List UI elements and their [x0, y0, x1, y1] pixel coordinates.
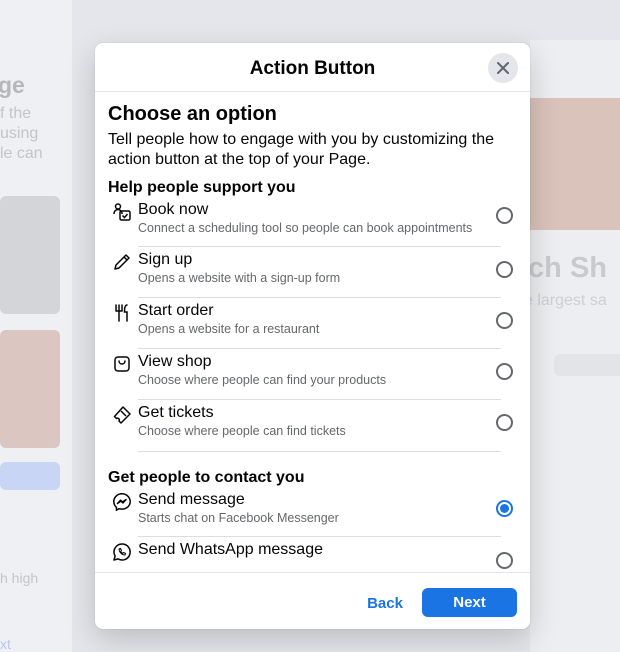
shopping-bag-icon	[108, 349, 138, 374]
back-button[interactable]: Back	[353, 589, 417, 617]
dialog-footer: Back Next	[95, 572, 530, 629]
option-label: Send message	[138, 491, 245, 508]
option-start-order[interactable]: Start order Opens a website for a restau…	[108, 298, 517, 349]
option-view-shop[interactable]: View shop Choose where people can find y…	[108, 349, 517, 400]
background-pill	[554, 354, 620, 376]
background-left-link: xt	[0, 636, 11, 652]
background-photo	[530, 98, 620, 230]
dialog-title: Action Button	[249, 58, 376, 79]
option-label: Get tickets	[138, 404, 214, 421]
ticket-icon	[108, 400, 138, 425]
radio-sign-up[interactable]	[496, 261, 513, 278]
radio-book-now[interactable]	[496, 207, 513, 224]
section-title-support: Help people support you	[108, 179, 296, 196]
background-thumbnail	[0, 330, 60, 448]
calendar-check-icon	[108, 197, 138, 222]
close-button[interactable]	[488, 53, 518, 83]
radio-send-whatsapp-message[interactable]	[496, 552, 513, 569]
background-left-text-line: f the	[0, 105, 32, 122]
option-send-whatsapp-message[interactable]: Send WhatsApp message	[108, 537, 517, 572]
background-left-text-bottom: h high	[0, 570, 39, 586]
dialog-description: Tell people how to engage with you by cu…	[108, 131, 495, 168]
option-label: Book now	[138, 201, 209, 218]
background-left-panel: ge f the using le can h high xt	[0, 0, 72, 652]
option-label: View shop	[138, 353, 212, 370]
fork-knife-icon	[108, 298, 138, 323]
close-icon	[496, 61, 510, 75]
option-description: Choose where people can find tickets	[138, 424, 346, 438]
option-label: Send WhatsApp message	[138, 541, 323, 558]
background-left-text-line: le can	[0, 145, 43, 162]
dialog-header: Action Button	[95, 43, 530, 92]
option-description: Opens a website for a restaurant	[138, 322, 320, 336]
option-description: Choose where people can find your produc…	[138, 373, 387, 387]
action-button-dialog: Action Button Choose an option Tell peop…	[95, 43, 530, 629]
radio-send-message[interactable]	[496, 500, 513, 517]
radio-start-order[interactable]	[496, 312, 513, 329]
background-button	[0, 462, 60, 490]
background-left-title: ge	[0, 72, 25, 98]
messenger-icon	[108, 487, 138, 512]
background-left-text: f the using le can	[0, 104, 43, 164]
whatsapp-icon	[108, 537, 138, 562]
choose-heading: Choose an option	[108, 103, 277, 125]
option-description: Starts chat on Facebook Messenger	[138, 511, 339, 525]
background-right-subtitle: e largest sa	[524, 292, 607, 309]
background-thumbnail	[0, 196, 60, 314]
pencil-icon	[108, 247, 138, 272]
option-book-now[interactable]: Book now Connect a scheduling tool so pe…	[108, 197, 517, 247]
radio-get-tickets[interactable]	[496, 414, 513, 431]
dialog-body[interactable]: Choose an option Tell people how to enga…	[95, 93, 530, 572]
background-right-title: ich Sh	[520, 252, 608, 284]
option-description: Opens a website with a sign-up form	[138, 271, 341, 285]
radio-view-shop[interactable]	[496, 363, 513, 380]
option-label: Sign up	[138, 251, 193, 268]
next-button[interactable]: Next	[422, 588, 517, 617]
option-label: Start order	[138, 302, 214, 319]
background-right-panel: ich Sh e largest sa	[520, 40, 620, 652]
option-send-message[interactable]: Send message Starts chat on Facebook Mes…	[108, 487, 517, 537]
option-get-tickets[interactable]: Get tickets Choose where people can find…	[108, 400, 517, 452]
section-title-contact: Get people to contact you	[108, 469, 305, 486]
background-left-text-line: using	[0, 125, 39, 142]
option-sign-up[interactable]: Sign up Opens a website with a sign-up f…	[108, 247, 517, 298]
option-description: Connect a scheduling tool so people can …	[138, 221, 473, 235]
